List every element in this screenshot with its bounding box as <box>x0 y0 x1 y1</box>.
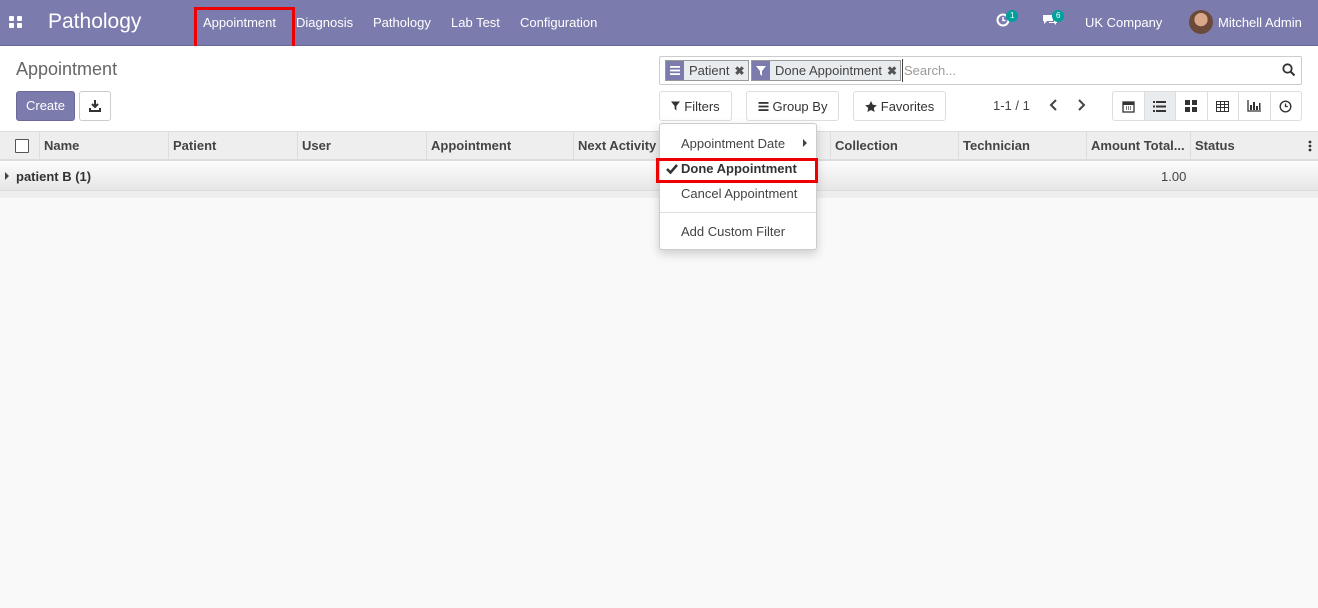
control-panel: Appointment Create Patient ✖ Done Appoin… <box>0 46 1318 132</box>
activity-badge: 1 <box>1006 10 1019 22</box>
search-bar[interactable]: Patient ✖ Done Appointment ✖ <box>659 56 1302 85</box>
filter-cancel-appointment[interactable]: Cancel Appointment <box>681 186 797 201</box>
activity-clock-icon[interactable]: 1 <box>996 10 1019 31</box>
search-input[interactable] <box>902 59 1272 82</box>
download-button[interactable] <box>79 91 111 121</box>
facet-label: Patient <box>689 63 730 78</box>
divider <box>660 212 816 213</box>
column-user[interactable]: User <box>297 132 427 160</box>
apps-menu-icon[interactable] <box>8 14 24 30</box>
messages-icon[interactable]: 6 <box>1042 10 1065 31</box>
column-technician[interactable]: Technician <box>958 132 1087 160</box>
pager-value[interactable]: 1-1 / 1 <box>993 98 1030 113</box>
group-by-icon <box>758 101 769 111</box>
list-view-icon[interactable] <box>1144 92 1176 120</box>
column-name[interactable]: Name <box>39 132 169 160</box>
optional-columns-icon[interactable] <box>1308 140 1312 152</box>
graph-view-icon[interactable] <box>1239 92 1271 120</box>
favorites-button[interactable]: Favorites <box>853 91 946 121</box>
chevron-left-icon[interactable] <box>1048 98 1060 112</box>
column-collection[interactable]: Collection <box>830 132 959 160</box>
user-menu[interactable]: Mitchell Admin <box>1218 15 1302 30</box>
activity-view-icon[interactable] <box>1271 92 1302 120</box>
select-all-checkbox[interactable] <box>15 139 29 153</box>
avatar[interactable] <box>1189 10 1213 34</box>
filter-icon <box>671 101 681 111</box>
view-switcher <box>1112 91 1302 121</box>
caret-right-icon <box>5 172 9 180</box>
highlight-done-appointment <box>656 158 818 183</box>
messages-badge: 6 <box>1052 10 1065 22</box>
download-icon <box>89 100 101 112</box>
calendar-view-icon[interactable] <box>1113 92 1145 120</box>
filters-button[interactable]: Filters <box>659 91 732 121</box>
column-status[interactable]: Status <box>1190 132 1300 160</box>
filter-appointment-date[interactable]: Appointment Date <box>681 136 785 151</box>
create-button[interactable]: Create <box>16 91 75 121</box>
menu-pathology[interactable]: Pathology <box>373 15 431 30</box>
facet-patient: Patient ✖ <box>665 60 749 81</box>
group-amount-total: 1.00 <box>1161 169 1187 184</box>
remove-facet-icon[interactable]: ✖ <box>887 64 897 78</box>
add-custom-filter[interactable]: Add Custom Filter <box>681 224 785 239</box>
group-by-button[interactable]: Group By <box>746 91 839 121</box>
filters-dropdown: Appointment Date Done Appointment Cancel… <box>659 123 817 250</box>
facet-label: Done Appointment <box>775 63 882 78</box>
star-icon <box>864 100 877 112</box>
menu-lab-test[interactable]: Lab Test <box>451 15 500 30</box>
filters-label: Filters <box>684 98 720 114</box>
search-icon[interactable] <box>1282 63 1296 77</box>
group-by-label: Group By <box>772 98 828 114</box>
menu-configuration[interactable]: Configuration <box>520 15 597 30</box>
kanban-view-icon[interactable] <box>1176 92 1208 120</box>
column-appointment[interactable]: Appointment <box>426 132 574 160</box>
favorites-label: Favorites <box>880 98 935 114</box>
column-amount-total[interactable]: Amount Total... <box>1086 132 1190 160</box>
page-title: Appointment <box>16 59 118 79</box>
caret-right-icon <box>803 139 807 147</box>
column-patient[interactable]: Patient <box>168 132 298 160</box>
column-next-activity[interactable]: Next Activity <box>573 132 673 160</box>
menu-diagnosis[interactable]: Diagnosis <box>296 15 353 30</box>
facet-done-appointment: Done Appointment ✖ <box>751 60 902 81</box>
remove-facet-icon[interactable]: ✖ <box>734 64 744 78</box>
chevron-right-icon[interactable] <box>1075 98 1087 112</box>
company-switcher[interactable]: UK Company <box>1085 15 1162 30</box>
pivot-view-icon[interactable] <box>1208 92 1239 120</box>
app-brand[interactable]: Pathology <box>48 10 141 34</box>
group-label: patient B (1) <box>16 169 92 184</box>
filter-icon <box>752 61 770 80</box>
group-by-icon <box>666 61 684 80</box>
